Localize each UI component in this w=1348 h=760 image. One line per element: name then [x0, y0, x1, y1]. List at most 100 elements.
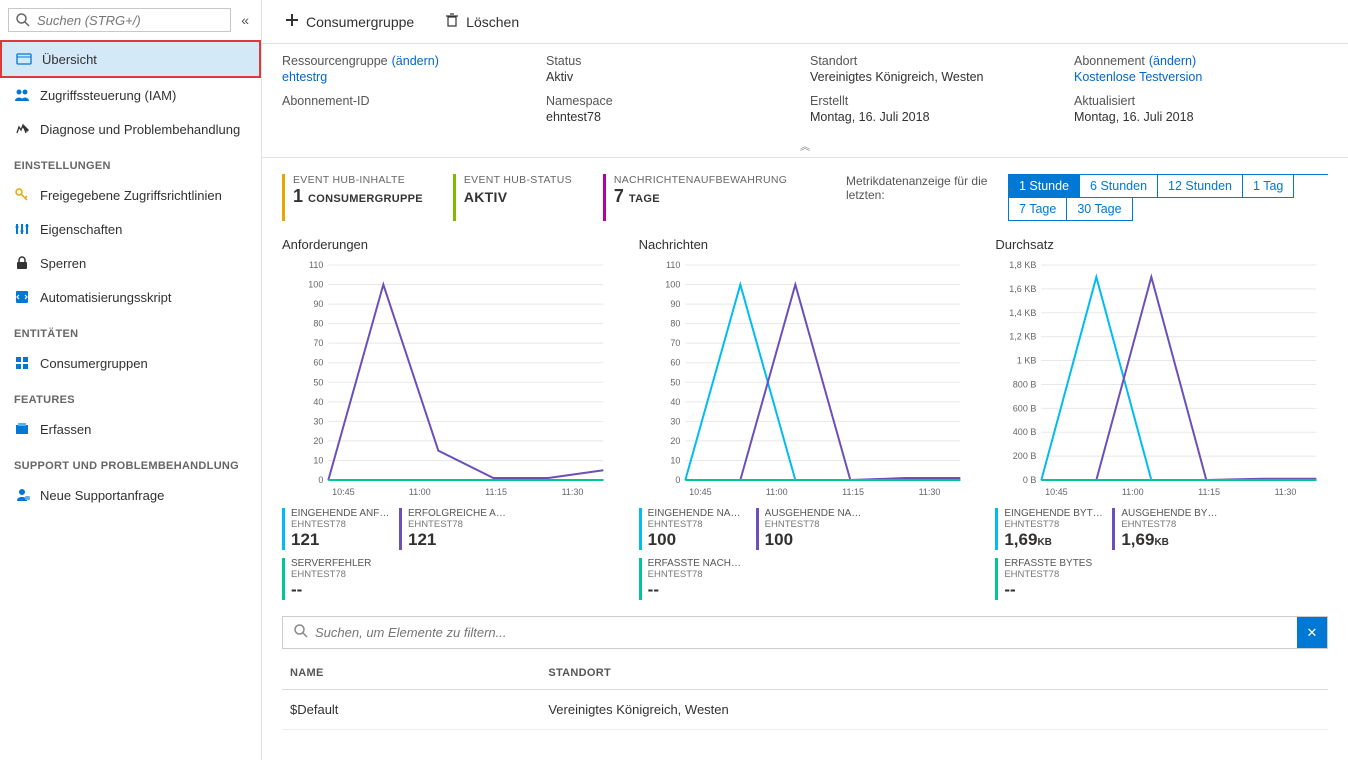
expand-properties-chevron[interactable]: ︽ — [262, 134, 1348, 158]
consumer-groups-table: NAME STANDORT $DefaultVereinigtes Königr… — [282, 657, 1328, 730]
chart-col: Durchsatz0 B200 B400 B600 B800 B1 KB1,2 … — [995, 237, 1328, 600]
svg-text:1,4 KB: 1,4 KB — [1010, 308, 1037, 318]
legend-item: EINGEHENDE BYTES (… EHNTEST78 1,69KB — [995, 508, 1104, 550]
sidebar-item-shared-access[interactable]: Freigegebene Zugriffsrichtlinien — [0, 178, 261, 212]
sidebar-item-automation[interactable]: Automatisierungsskript — [0, 280, 261, 314]
legend-sub: EHNTEST78 — [291, 569, 382, 580]
sidebar-item-iam[interactable]: Zugriffssteuerung (IAM) — [0, 78, 261, 112]
filter-input[interactable] — [315, 625, 1287, 640]
svg-text:0 B: 0 B — [1023, 475, 1037, 485]
sidebar-item-label: Eigenschaften — [40, 222, 122, 237]
legend-sub: EHNTEST78 — [648, 569, 748, 580]
legend-item: EINGEHENDE NACHRI… EHNTEST78 100 — [639, 508, 748, 550]
search-icon — [15, 12, 31, 28]
time-range-label: Metrikdatenanzeige für die letzten: — [846, 174, 996, 221]
sidebar-item-properties[interactable]: Eigenschaften — [0, 212, 261, 246]
search-input[interactable] — [37, 13, 224, 28]
prop-label: Ressourcengruppe — [282, 54, 388, 68]
add-consumer-group-button[interactable]: Consumergruppe — [278, 8, 420, 35]
table-row[interactable]: $DefaultVereinigtes Königreich, Westen — [282, 690, 1328, 730]
resource-group-link[interactable]: ehtestrg — [282, 70, 536, 84]
legend-label: EINGEHENDE NACHRI… — [648, 508, 748, 519]
time-range-btn-4[interactable]: 7 Tage — [1009, 198, 1067, 221]
section-header-settings: EINSTELLUNGEN — [0, 146, 261, 178]
svg-text:11:00: 11:00 — [765, 487, 787, 497]
svg-text:400 B: 400 B — [1013, 427, 1037, 437]
time-range-btn-5[interactable]: 30 Tage — [1067, 198, 1132, 221]
svg-text:110: 110 — [309, 260, 323, 270]
svg-text:70: 70 — [670, 338, 680, 348]
svg-text:11:30: 11:30 — [1275, 487, 1297, 497]
summary-value: 7 — [614, 186, 624, 206]
properties-panel: Ressourcengruppe(ändern) ehtestrg Abonne… — [262, 44, 1348, 134]
time-range-btn-2[interactable]: 12 Stunden — [1158, 175, 1243, 198]
sidebar-item-label: Freigegebene Zugriffsrichtlinien — [40, 188, 222, 203]
search-box[interactable] — [8, 8, 231, 32]
prop-label: Status — [546, 54, 800, 68]
svg-text:200 B: 200 B — [1013, 451, 1037, 461]
legend-value: 121 — [408, 530, 508, 550]
main-content: Consumergruppe Löschen Ressourcengruppe (… — [262, 0, 1348, 760]
svg-text:20: 20 — [313, 436, 323, 446]
legend-sub: EHNTEST78 — [1121, 519, 1221, 530]
chart-col: Nachrichten010203040506070809010011010:4… — [639, 237, 972, 600]
svg-text:30: 30 — [670, 416, 680, 426]
legend-label: SERVERFEHLER — [291, 558, 382, 569]
chart-col: Anforderungen010203040506070809010011010… — [282, 237, 615, 600]
legend-label: AUSGEHENDE NACHRI… — [765, 508, 865, 519]
time-range-btn-1[interactable]: 6 Stunden — [1080, 175, 1158, 198]
table-header-name[interactable]: NAME — [282, 657, 540, 690]
svg-text:40: 40 — [670, 397, 680, 407]
svg-text:1,8 KB: 1,8 KB — [1010, 260, 1037, 270]
chart-area[interactable]: 010203040506070809010011010:4511:0011:15… — [282, 260, 615, 500]
chart-area[interactable]: 010203040506070809010011010:4511:0011:15… — [639, 260, 972, 500]
summary-unit: TAGE — [629, 193, 660, 205]
support-icon — [14, 487, 30, 503]
change-subscription-link[interactable]: (ändern) — [1149, 54, 1196, 68]
collapse-sidebar-button[interactable]: « — [237, 10, 253, 30]
svg-text:11:30: 11:30 — [918, 487, 940, 497]
sidebar-item-support-request[interactable]: Neue Supportanfrage — [0, 478, 261, 512]
sidebar-item-diagnose[interactable]: Diagnose und Problembehandlung — [0, 112, 261, 146]
svg-text:11:00: 11:00 — [1122, 487, 1144, 497]
subscription-link[interactable]: Kostenlose Testversion — [1074, 70, 1328, 84]
chart-title: Nachrichten — [639, 237, 972, 252]
sidebar-item-consumer-groups[interactable]: Consumergruppen — [0, 346, 261, 380]
svg-text:80: 80 — [313, 319, 323, 329]
time-range-btn-0[interactable]: 1 Stunde — [1009, 175, 1080, 198]
svg-text:10:45: 10:45 — [1045, 487, 1068, 497]
sidebar-item-locks[interactable]: Sperren — [0, 246, 261, 280]
legend-value: 1,69KB — [1004, 530, 1104, 550]
prop-value: Vereinigtes Königreich, Westen — [810, 70, 1064, 84]
sidebar-item-overview[interactable]: Übersicht — [0, 40, 261, 78]
sidebar-item-label: Zugriffssteuerung (IAM) — [40, 88, 176, 103]
sidebar-item-capture[interactable]: Erfassen — [0, 412, 261, 446]
delete-button[interactable]: Löschen — [438, 8, 525, 35]
svg-text:11:30: 11:30 — [562, 487, 584, 497]
section-header-entities: ENTITÄTEN — [0, 314, 261, 346]
clear-filter-button[interactable]: ✕ — [1297, 617, 1327, 648]
chart-area[interactable]: 0 B200 B400 B600 B800 B1 KB1,2 KB1,4 KB1… — [995, 260, 1328, 500]
time-range-btn-3[interactable]: 1 Tag — [1243, 175, 1294, 198]
toolbar: Consumergruppe Löschen — [262, 0, 1348, 44]
consumer-icon — [14, 355, 30, 371]
svg-text:100: 100 — [665, 280, 680, 290]
legend-label: EINGEHENDE ANFOR… — [291, 508, 391, 519]
summary-label: EVENT HUB-INHALTE — [293, 174, 423, 186]
table-header-location[interactable]: STANDORT — [540, 657, 1328, 690]
svg-text:20: 20 — [670, 436, 680, 446]
legend-value: 100 — [648, 530, 748, 550]
legend-value: -- — [1004, 580, 1095, 600]
prop-value: ehntest78 — [546, 110, 800, 124]
button-label: Löschen — [466, 14, 519, 30]
svg-text:90: 90 — [670, 299, 680, 309]
legend-item: AUSGEHENDE NACHRI… EHNTEST78 100 — [756, 508, 865, 550]
legend-sub: EHNTEST78 — [1004, 569, 1095, 580]
change-resource-group-link[interactable]: (ändern) — [392, 54, 439, 68]
summary-retention: NACHRICHTENAUFBEWAHRUNG 7 TAGE — [603, 174, 787, 221]
legend-value: 121 — [291, 530, 391, 550]
svg-text:110: 110 — [666, 260, 680, 270]
legend-value: 1,69KB — [1121, 530, 1221, 550]
plus-icon — [284, 12, 300, 31]
legend-label: AUSGEHENDE BYTES (… — [1121, 508, 1221, 519]
